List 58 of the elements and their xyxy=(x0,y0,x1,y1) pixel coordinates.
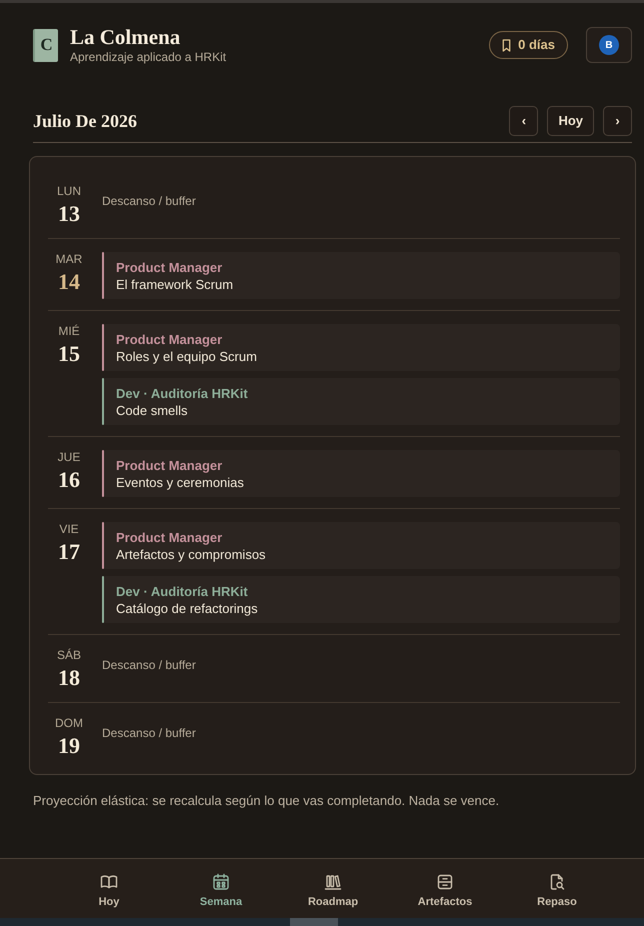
day-number: 16 xyxy=(58,467,80,493)
weekday-label: LUN xyxy=(56,184,81,199)
today-button[interactable]: Hoy xyxy=(547,106,594,136)
rest-note: Descanso / buffer xyxy=(102,193,196,210)
task-card[interactable]: Product Manager Roles y el equipo Scrum xyxy=(102,324,620,371)
track-label: Product Manager xyxy=(116,457,224,474)
weekday-label: MIÉ xyxy=(58,324,80,339)
task-title: El framework Scrum xyxy=(116,276,234,293)
nav-tab[interactable]: Semana xyxy=(165,859,277,909)
streak-button[interactable]: 0 días xyxy=(489,31,568,59)
books-icon xyxy=(324,873,342,891)
track-label: Dev · Auditoría HRKit xyxy=(116,385,248,402)
document-search-icon xyxy=(548,873,566,891)
track-label: Product Manager xyxy=(116,529,224,546)
weekday-label: VIE xyxy=(59,522,79,537)
day-number: 15 xyxy=(58,341,80,367)
app-title: La Colmena xyxy=(70,25,182,49)
footnote-text: Proyección elástica: se recalcula según lo que vas completando. Nada se vence. xyxy=(33,793,500,808)
app-logo: C xyxy=(33,28,58,62)
book-icon xyxy=(100,873,118,891)
task-title: Eventos y ceremonias xyxy=(116,474,244,491)
avatar: B xyxy=(599,35,619,55)
task-title: Catálogo de refactorings xyxy=(116,600,258,617)
rest-note: Descanso / buffer xyxy=(102,725,196,742)
rest-note: Descanso / buffer xyxy=(102,657,196,674)
month-title: Julio De 2026 xyxy=(33,110,138,132)
task-card[interactable]: Dev · Auditoría HRKit Catálogo de refactorings xyxy=(102,576,620,623)
nav-tab[interactable]: Hoy xyxy=(53,859,165,909)
next-week-button[interactable]: › xyxy=(603,106,632,136)
profile-button[interactable]: B xyxy=(586,27,632,63)
weekday-label: MAR xyxy=(56,252,82,267)
calendar-icon xyxy=(212,873,230,891)
task-card[interactable]: Product Manager El framework Scrum xyxy=(102,252,620,299)
previous-week-button[interactable]: ‹ xyxy=(509,106,538,136)
day-number: 17 xyxy=(58,539,80,565)
weekday-label: DOM xyxy=(55,716,83,731)
app-subtitle: Aprendizaje aplicado a HRKit xyxy=(70,49,226,65)
weekday-label: SÁB xyxy=(56,648,81,663)
task-card[interactable]: Dev · Auditoría HRKit Code smells xyxy=(102,378,620,425)
task-title: Artefactos y compromisos xyxy=(116,546,266,563)
task-card[interactable]: Product Manager Eventos y ceremonias xyxy=(102,450,620,497)
day-number: 13 xyxy=(58,201,80,227)
archive-icon xyxy=(436,873,454,891)
day-number: 19 xyxy=(58,733,80,759)
track-label: Product Manager xyxy=(116,259,224,276)
scrollbar-thumb[interactable] xyxy=(290,918,338,926)
bookmark-icon xyxy=(501,38,512,52)
day-number: 14 xyxy=(58,269,80,295)
track-label: Product Manager xyxy=(116,331,224,348)
nav-tab[interactable]: Repaso xyxy=(501,859,613,909)
task-title: Roles y el equipo Scrum xyxy=(116,348,257,365)
day-number: 18 xyxy=(58,665,80,691)
nav-tab[interactable]: Roadmap xyxy=(277,859,389,909)
weekday-label: JUE xyxy=(58,450,80,465)
nav-tab[interactable]: Artefactos xyxy=(389,859,501,909)
task-title: Code smells xyxy=(116,402,189,419)
task-card[interactable]: Product Manager Artefactos y compromisos xyxy=(102,522,620,569)
track-label: Dev · Auditoría HRKit xyxy=(116,583,249,600)
